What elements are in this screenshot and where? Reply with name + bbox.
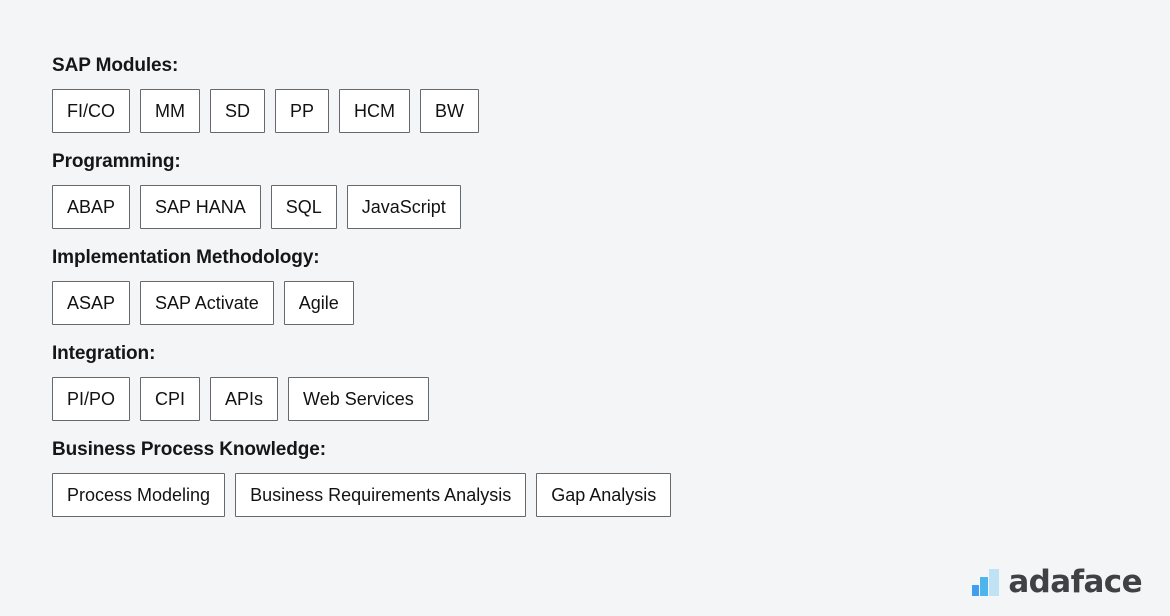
skill-chip: SAP Activate	[140, 281, 274, 325]
skill-chip: SD	[210, 89, 266, 133]
skill-chip: ASAP	[52, 281, 131, 325]
skill-group-heading: SAP Modules:	[52, 55, 179, 76]
adaface-wordmark: adaface	[1008, 564, 1142, 600]
skill-chip: Process Modeling	[52, 473, 226, 517]
skill-chip: PP	[275, 89, 330, 133]
skill-group-heading: Business Process Knowledge:	[52, 439, 326, 460]
skill-group: Integration: PI/PO CPI APIs Web Services	[52, 343, 1112, 421]
skill-group: SAP Modules: FI/CO MM SD PP HCM BW	[52, 55, 1112, 133]
skill-chip: CPI	[140, 377, 201, 421]
skill-group-heading: Integration:	[52, 343, 156, 364]
skill-chip: FI/CO	[52, 89, 130, 133]
skill-group: Business Process Knowledge: Process Model…	[52, 439, 1112, 517]
skill-chip: Business Requirements Analysis	[235, 473, 527, 517]
skill-group: Implementation Methodology: ASAP SAP Activ…	[52, 247, 1112, 325]
skills-sheet: SAP Modules: FI/CO MM SD PP HCM BW Programming:…	[0, 0, 1170, 616]
logo-bar-medium	[980, 577, 989, 596]
skill-group-heading: Programming:	[52, 151, 181, 172]
skill-chip: SAP HANA	[140, 185, 261, 229]
logo-bar-small	[972, 585, 980, 596]
skill-chip: Agile	[283, 281, 354, 325]
skill-chip: JavaScript	[346, 185, 461, 229]
logo-bar-tall	[989, 569, 1000, 596]
skill-chip: BW	[420, 89, 480, 133]
skill-chip: ABAP	[52, 185, 131, 229]
skill-chip-row: Process Modeling Business Requirements An…	[52, 473, 1112, 517]
skill-chip-row: ASAP SAP Activate Agile	[52, 281, 1112, 325]
skill-groups-list: SAP Modules: FI/CO MM SD PP HCM BW Programming:…	[52, 55, 1112, 517]
skill-chip: APIs	[210, 377, 279, 421]
bar-chart-logo-icon	[972, 569, 1000, 596]
skill-chip: Web Services	[288, 377, 429, 421]
skill-chip: PI/PO	[52, 377, 131, 421]
adaface-logo: adaface	[972, 564, 1143, 600]
skill-chip-row: PI/PO CPI APIs Web Services	[52, 377, 1112, 421]
skill-chip: HCM	[339, 89, 411, 133]
skill-chip-row: ABAP SAP HANA SQL JavaScript	[52, 185, 1112, 229]
skill-chip: MM	[140, 89, 200, 133]
skill-chip: SQL	[270, 185, 337, 229]
skill-group-heading: Implementation Methodology:	[52, 247, 320, 268]
skill-chip: Gap Analysis	[536, 473, 672, 517]
skill-chip-row: FI/CO MM SD PP HCM BW	[52, 89, 1112, 133]
skill-group: Programming: ABAP SAP HANA SQL JavaScript	[52, 151, 1112, 229]
